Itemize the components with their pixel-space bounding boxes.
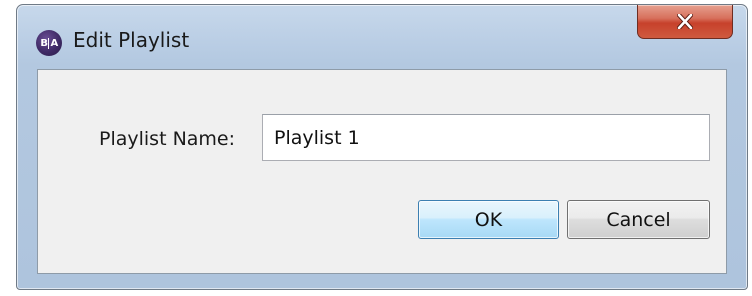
app-logo-separator bbox=[48, 37, 50, 49]
edit-playlist-dialog: BA Edit Playlist Playlist Name: OK Cance… bbox=[16, 4, 748, 290]
playlist-name-input[interactable] bbox=[262, 114, 710, 161]
app-logo-icon: BA bbox=[36, 30, 62, 56]
cancel-button[interactable]: Cancel bbox=[567, 200, 710, 239]
close-icon bbox=[677, 14, 693, 29]
dialog-content: Playlist Name: OK Cancel bbox=[37, 69, 727, 274]
window-title: Edit Playlist bbox=[73, 28, 190, 52]
app-logo-letter-left: B bbox=[40, 37, 48, 49]
ok-button[interactable]: OK bbox=[418, 200, 559, 239]
close-button[interactable] bbox=[637, 5, 733, 39]
title-bar[interactable]: BA Edit Playlist bbox=[17, 5, 747, 69]
app-logo-letter-right: A bbox=[50, 37, 58, 49]
playlist-name-label: Playlist Name: bbox=[99, 128, 236, 150]
